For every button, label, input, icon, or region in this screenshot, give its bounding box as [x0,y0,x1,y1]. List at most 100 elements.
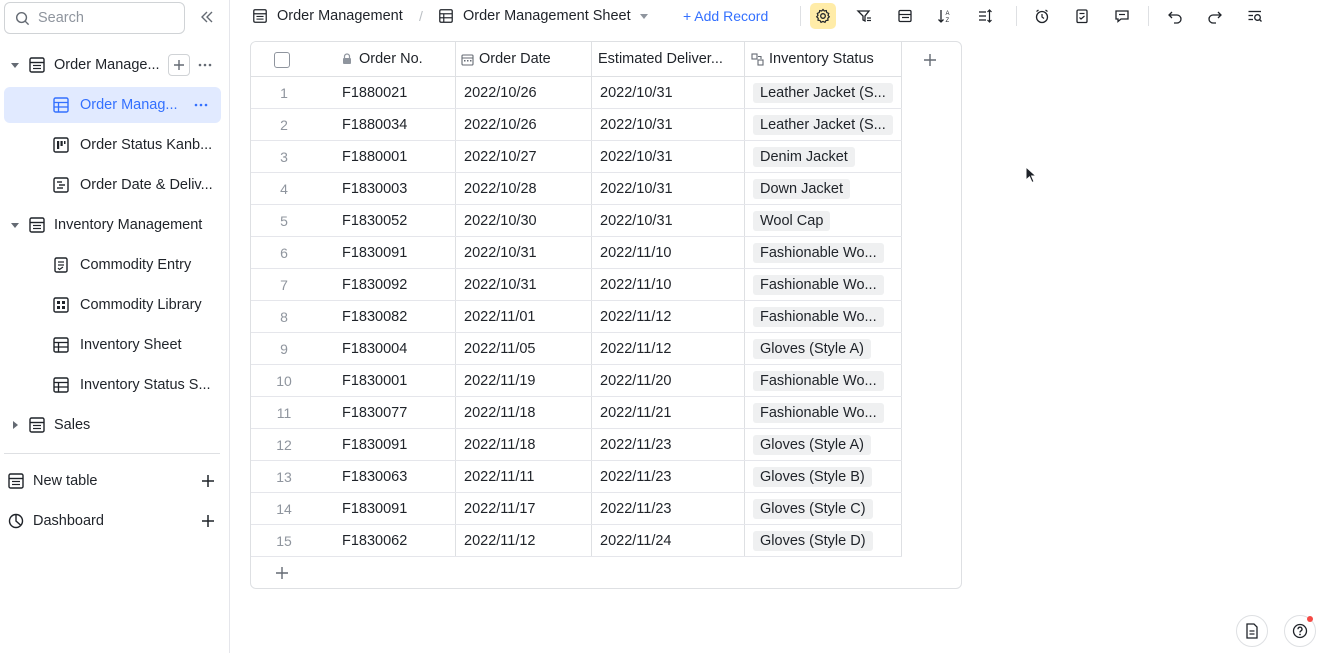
reminder-button[interactable] [1029,3,1055,29]
collapse-sidebar-icon[interactable] [198,8,216,26]
inventory-status-cell[interactable]: Fashionable Wo... [753,397,899,429]
inventory-status-cell[interactable]: Gloves (Style B) [753,461,899,493]
sidebar-item-commodity-entry[interactable]: Commodity Entry [4,247,221,283]
table-row[interactable]: 3 F1880001 2022/10/27 2022/10/31 Denim Jacke… [251,141,902,173]
add-column-button[interactable] [923,52,939,68]
delivery-date-cell[interactable]: 2022/11/12 [600,301,742,333]
order-date-cell[interactable]: 2022/11/01 [464,301,588,333]
dashboard-button[interactable]: Dashboard [0,503,225,539]
delivery-date-cell[interactable]: 2022/11/23 [600,493,742,525]
order-date-cell[interactable]: 2022/11/11 [464,461,588,493]
delivery-date-cell[interactable]: 2022/10/31 [600,141,742,173]
order-date-cell[interactable]: 2022/10/26 [464,109,588,141]
order-no-cell[interactable]: F1830091 [342,237,452,269]
help-button[interactable] [1284,615,1316,647]
table-row[interactable]: 14 F1830091 2022/11/17 2022/11/23 Gloves (St… [251,493,902,525]
order-no-cell[interactable]: F1830004 [342,333,452,365]
delivery-date-cell[interactable]: 2022/11/12 [600,333,742,365]
table-row[interactable]: 6 F1830091 2022/10/31 2022/11/10 Fashionable… [251,237,902,269]
add-record-button[interactable]: + Add Record [683,3,768,29]
undo-button[interactable] [1162,3,1188,29]
delivery-date-cell[interactable]: 2022/11/10 [600,237,742,269]
column-header-inventory-status[interactable]: Inventory Status [751,42,901,77]
delivery-date-cell[interactable]: 2022/11/20 [600,365,742,397]
sidebar-item-order-management-sheet[interactable]: Order Manag... [4,87,221,123]
table-row[interactable]: 11 F1830077 2022/11/18 2022/11/21 Fashionabl… [251,397,902,429]
delivery-date-cell[interactable]: 2022/10/31 [600,77,742,109]
inventory-status-cell[interactable]: Wool Cap [753,205,899,237]
order-no-cell[interactable]: F1830052 [342,205,452,237]
order-no-cell[interactable]: F1880034 [342,109,452,141]
order-no-cell[interactable]: F1830091 [342,493,452,525]
delivery-date-cell[interactable]: 2022/10/31 [600,173,742,205]
docs-button[interactable] [1236,615,1268,647]
group-button[interactable] [892,3,918,29]
order-no-cell[interactable]: F1830001 [342,365,452,397]
order-no-cell[interactable]: F1830003 [342,173,452,205]
order-no-cell[interactable]: F1830082 [342,301,452,333]
inventory-status-cell[interactable]: Gloves (Style A) [753,333,899,365]
order-no-cell[interactable]: F1830092 [342,269,452,301]
caret-down-icon[interactable] [10,220,20,230]
table-row[interactable]: 1 F1880021 2022/10/26 2022/10/31 Leather Jac… [251,77,902,109]
select-all-checkbox[interactable] [274,52,290,68]
order-no-cell[interactable]: F1880001 [342,141,452,173]
column-header-estimated-delivery[interactable]: Estimated Deliver... [598,42,743,77]
delivery-date-cell[interactable]: 2022/11/21 [600,397,742,429]
column-header-order-no[interactable]: Order No. [341,42,453,77]
order-date-cell[interactable]: 2022/10/26 [464,77,588,109]
order-date-cell[interactable]: 2022/10/31 [464,269,588,301]
table-row[interactable]: 2 F1880034 2022/10/26 2022/10/31 Leather Jac… [251,109,902,141]
search-records-button[interactable] [1242,3,1268,29]
table-row[interactable]: 15 F1830062 2022/11/12 2022/11/24 Gloves (St… [251,525,902,557]
order-date-cell[interactable]: 2022/10/30 [464,205,588,237]
order-date-cell[interactable]: 2022/10/31 [464,237,588,269]
delivery-date-cell[interactable]: 2022/11/23 [600,461,742,493]
inventory-status-cell[interactable]: Fashionable Wo... [753,301,899,333]
order-date-cell[interactable]: 2022/11/19 [464,365,588,397]
table-row[interactable]: 9 F1830004 2022/11/05 2022/11/12 Gloves (Sty… [251,333,902,365]
settings-button[interactable] [810,3,836,29]
inventory-status-cell[interactable]: Down Jacket [753,173,899,205]
order-no-cell[interactable]: F1830091 [342,429,452,461]
checklist-button[interactable] [1069,3,1095,29]
sort-button[interactable]: AZ [932,3,958,29]
table-row[interactable]: 10 F1830001 2022/11/19 2022/11/20 Fashionabl… [251,365,902,397]
inventory-status-cell[interactable]: Gloves (Style A) [753,429,899,461]
view-selector[interactable]: Order Management Sheet [438,3,649,29]
delivery-date-cell[interactable]: 2022/11/24 [600,525,742,557]
order-no-cell[interactable]: F1880021 [342,77,452,109]
table-row[interactable]: 8 F1830082 2022/11/01 2022/11/12 Fashionable… [251,301,902,333]
table-row[interactable]: 12 F1830091 2022/11/18 2022/11/23 Gloves (St… [251,429,902,461]
inventory-status-cell[interactable]: Fashionable Wo... [753,269,899,301]
inventory-status-cell[interactable]: Fashionable Wo... [753,237,899,269]
comment-button[interactable] [1109,3,1135,29]
delivery-date-cell[interactable]: 2022/10/31 [600,109,742,141]
sidebar-item-commodity-library[interactable]: Commodity Library [4,287,221,323]
search-box[interactable]: Search [4,2,185,34]
breadcrumb-table[interactable]: Order Management [252,3,403,29]
inventory-status-cell[interactable]: Leather Jacket (S... [753,109,899,141]
inventory-status-cell[interactable]: Leather Jacket (S... [753,77,899,109]
order-date-cell[interactable]: 2022/11/05 [464,333,588,365]
order-date-cell[interactable]: 2022/10/27 [464,141,588,173]
caret-down-icon[interactable] [10,60,20,70]
add-row-button[interactable] [275,565,291,581]
inventory-status-cell[interactable]: Fashionable Wo... [753,365,899,397]
order-no-cell[interactable]: F1830077 [342,397,452,429]
delivery-date-cell[interactable]: 2022/11/23 [600,429,742,461]
sidebar-item-inventory-sheet[interactable]: Inventory Sheet [4,327,221,363]
column-header-order-date[interactable]: Order Date [461,42,589,77]
filter-button[interactable] [851,3,877,29]
add-view-button[interactable] [168,54,190,76]
redo-button[interactable] [1202,3,1228,29]
sidebar-item-inventory-management[interactable]: Inventory Management [4,207,221,243]
table-row[interactable]: 5 F1830052 2022/10/30 2022/10/31 Wool Cap [251,205,902,237]
delivery-date-cell[interactable]: 2022/10/31 [600,205,742,237]
table-row[interactable]: 7 F1830092 2022/10/31 2022/11/10 Fashionable… [251,269,902,301]
order-no-cell[interactable]: F1830062 [342,525,452,557]
order-date-cell[interactable]: 2022/11/17 [464,493,588,525]
table-row[interactable]: 13 F1830063 2022/11/11 2022/11/23 Gloves (St… [251,461,902,493]
row-height-button[interactable] [972,3,998,29]
more-options-button[interactable] [194,54,216,76]
